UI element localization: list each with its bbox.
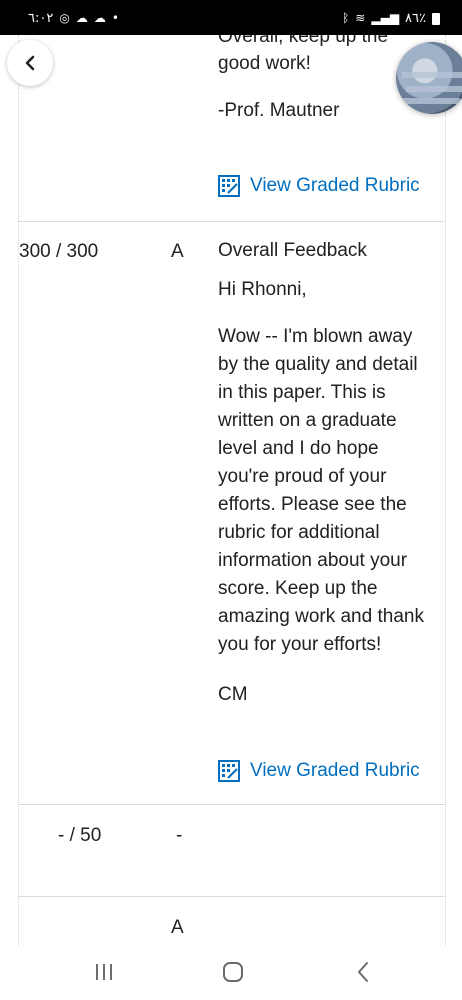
system-nav-bar [0, 945, 462, 1000]
wifi-icon: ≋ [355, 11, 366, 25]
signal-icon: ▂▄▆ [371, 11, 400, 25]
status-bar: ٦:٠٢ ◎ ☁ ☁ • ᛒ ≋ ▂▄▆ ٨٦٪ [0, 0, 462, 35]
row-divider [18, 804, 444, 805]
feedback-line: written on a graduate [218, 410, 397, 431]
grade-cell: A [171, 241, 184, 262]
whatsapp-icon: ◎ [59, 11, 70, 25]
avatar[interactable] [396, 42, 462, 114]
feedback-line: you're proud of your [218, 466, 387, 487]
status-time: ٦:٠٢ [28, 11, 54, 26]
dot-icon: • [111, 11, 119, 25]
grades-content: Overall, keep up the good work! -Prof. M… [0, 35, 462, 945]
rubric-icon [218, 760, 240, 782]
feedback-line: you for your efforts! [218, 634, 382, 655]
feedback-line: efforts. Please see the [218, 494, 407, 515]
battery-percent: ٨٦٪ [405, 11, 426, 26]
status-right: ᛒ ≋ ▂▄▆ ٨٦٪ [342, 11, 440, 26]
back-icon[interactable] [343, 957, 383, 987]
feedback-line: Wow -- I'm blown away [218, 326, 413, 347]
home-icon[interactable] [213, 957, 253, 987]
score-cell: - / 50 [58, 825, 102, 846]
battery-icon [432, 12, 440, 25]
feedback-line: score. Keep up the [218, 578, 378, 599]
chevron-left-icon [25, 55, 35, 71]
row-divider [18, 221, 444, 222]
view-graded-rubric-link[interactable]: View Graded Rubric [218, 760, 420, 782]
grade-cell: A [171, 917, 184, 938]
prev-feedback-partial: Overall, keep up the [218, 35, 389, 47]
cloud-icon: ☁ [75, 11, 88, 25]
feedback-line: amazing work and thank [218, 606, 424, 627]
status-left: ٦:٠٢ ◎ ☁ ☁ • [28, 11, 119, 26]
feedback-body: Wow -- I'm blown away by the quality and… [218, 323, 440, 659]
bluetooth-icon: ᛒ [342, 11, 350, 25]
feedback-line: in this paper. This is [218, 382, 386, 403]
view-graded-rubric-link[interactable]: View Graded Rubric [218, 175, 420, 197]
rubric-link-label: View Graded Rubric [250, 175, 420, 196]
row-divider [18, 896, 444, 897]
feedback-line: rubric for additional [218, 522, 380, 543]
feedback-line: by the quality and detail [218, 354, 418, 375]
cloud-icon: ☁ [93, 11, 106, 25]
rubric-icon [218, 175, 240, 197]
recents-icon[interactable] [84, 957, 124, 987]
feedback-line: information about your [218, 550, 408, 571]
grade-cell: - [176, 825, 183, 846]
score-cell: 300 / 300 [19, 241, 99, 262]
feedback-signature: CM [218, 684, 248, 705]
back-button[interactable] [7, 40, 53, 86]
feedback-greeting: Hi Rhonni, [218, 279, 307, 300]
rubric-link-label: View Graded Rubric [250, 760, 420, 781]
feedback-line: level and I do hope [218, 438, 379, 459]
feedback-title: Overall Feedback [218, 240, 367, 261]
